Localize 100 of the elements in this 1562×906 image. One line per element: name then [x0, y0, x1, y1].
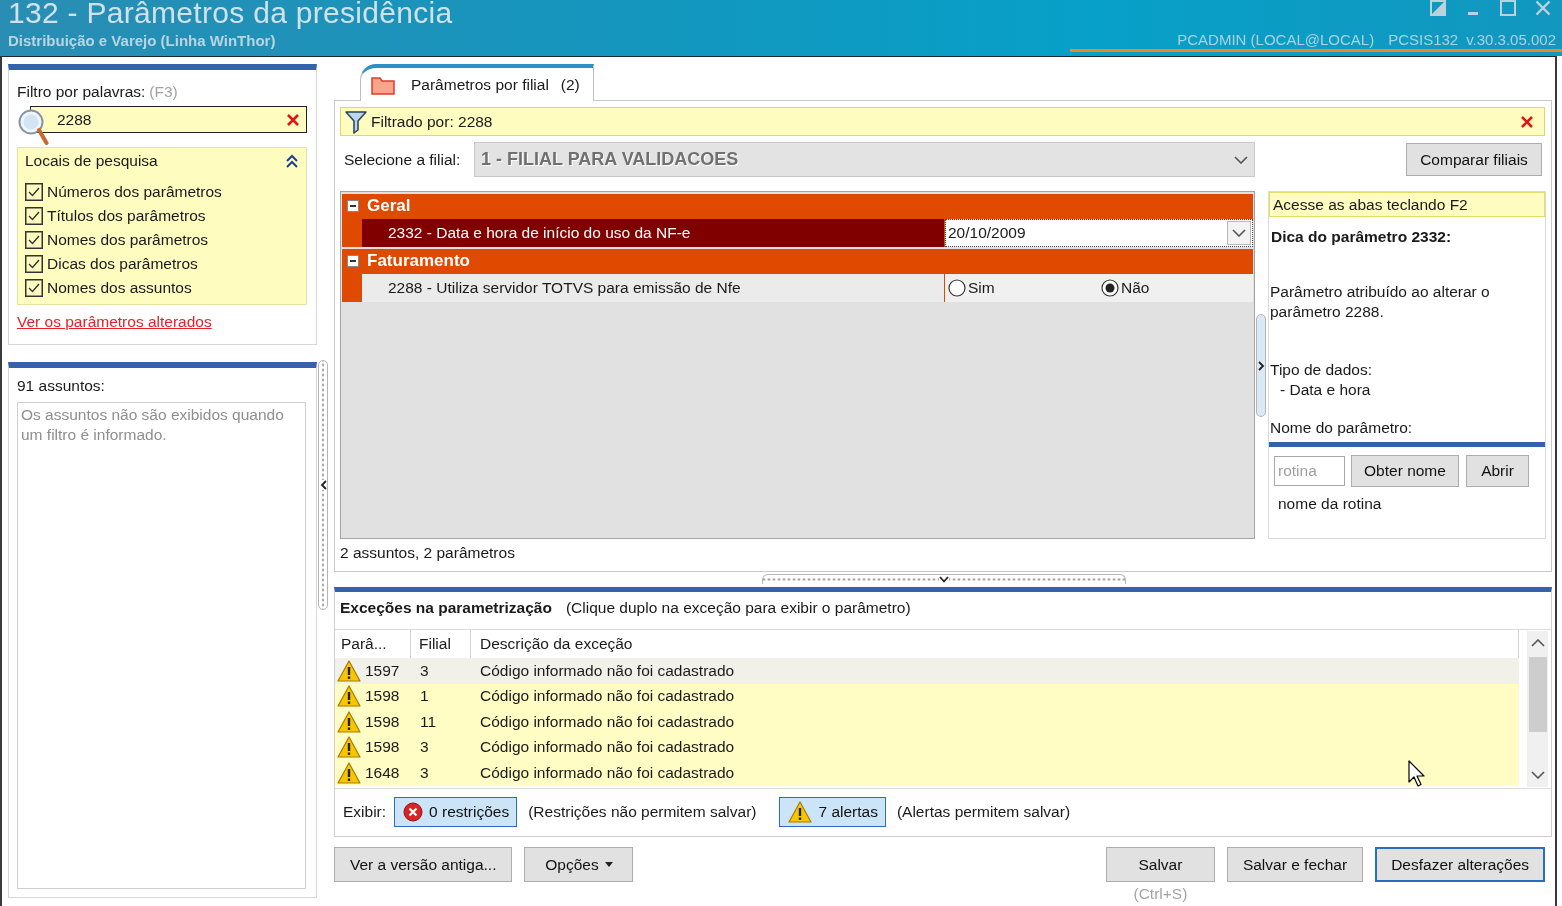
hint-text: Parâmetro atribuído ao alterar o parâmetro 2288.: [1269, 282, 1491, 322]
table-cell: 1598: [365, 712, 400, 731]
chevron-right-icon[interactable]: [1257, 360, 1265, 371]
checkbox[interactable]: [25, 279, 43, 297]
filter-label: Filtro por palavras:: [17, 83, 146, 100]
table-cell: 1648: [365, 763, 400, 782]
date-field[interactable]: 20/10/2009: [945, 219, 1253, 247]
warning-icon: [337, 710, 361, 733]
checkbox-label[interactable]: Títulos dos parâmetros: [47, 207, 206, 225]
table-cell-text: Código informado não foi cadastrado: [479, 738, 735, 757]
open-button[interactable]: Abrir: [1466, 455, 1529, 487]
filter-icon: [345, 109, 367, 134]
table-cell-text: Código informado não foi cadastrado: [479, 763, 735, 782]
table-cell: 1598: [365, 687, 400, 706]
window-title: 132 - Parâmetros da presidência: [8, 0, 453, 27]
collapse-icon[interactable]: [347, 200, 359, 212]
action-button[interactable]: Ver a versão antiga...: [334, 847, 513, 882]
checkbox-label[interactable]: Nomes dos parâmetros: [47, 231, 209, 249]
table-cell-text: Código informado não foi cadastrado: [479, 712, 735, 731]
warning-icon: [337, 736, 361, 759]
toggle-note: (Alertas permitem salvar): [896, 803, 1071, 821]
hint-text: (Clique duplo na exceção para exibir o parâmetro): [565, 598, 911, 618]
warning-icon: [337, 685, 361, 708]
action-button[interactable]: Salvar: [1105, 847, 1215, 882]
radio-button[interactable]: [948, 279, 966, 297]
branch-select: 1 - FILIAL PARA VALIDACOES: [474, 142, 1255, 177]
checkbox[interactable]: [25, 183, 43, 201]
collapse-icon[interactable]: [286, 154, 298, 168]
version-label: v.30.3.05.002: [1466, 31, 1556, 49]
empty-message: Os assuntos não são exibidos quando um filtro é informado.: [21, 406, 284, 443]
mouse-pointer-icon: [1408, 760, 1426, 788]
splitter-handle[interactable]: [318, 360, 328, 610]
toggle-note: (Restrições não permitem salvar): [528, 803, 757, 821]
checkbox-label[interactable]: Números dos parâmetros: [47, 183, 222, 201]
parameter-label[interactable]: 2288 - Utiliza servidor TOTVS para emissão de Nfe: [362, 274, 944, 302]
chevron-down-icon[interactable]: [1530, 771, 1545, 779]
tab[interactable]: Parâmetros por filial (2): [360, 64, 594, 101]
shortcut-hint: (Ctrl+S): [1133, 885, 1188, 903]
splitter-handle[interactable]: [1256, 314, 1266, 417]
table-cell-text: 11: [419, 712, 437, 731]
scrollbar-thumb[interactable]: [1528, 657, 1547, 732]
chevron-up-icon[interactable]: [1530, 639, 1545, 647]
window-subtitle: Distribuição e Varejo (Linha WinThor): [8, 32, 277, 50]
scrollbar[interactable]: [1527, 631, 1548, 787]
section-title: Exceções na parametrização: [340, 598, 552, 618]
subjects-count: 91 assuntos:: [17, 376, 106, 396]
table-row[interactable]: 1648 3 Código informado não foi cadastrado: [335, 760, 1519, 786]
radio-button[interactable]: [1101, 279, 1119, 297]
group-title: Geral: [367, 196, 411, 216]
checkbox-label[interactable]: Nomes dos assuntos: [47, 279, 192, 297]
radio-label[interactable]: Não: [1121, 279, 1150, 297]
checkbox[interactable]: [25, 207, 43, 225]
checkbox[interactable]: [25, 255, 43, 273]
chevron-left-icon[interactable]: [319, 480, 327, 490]
data-type-label: Tipo de dados:: [1269, 360, 1373, 380]
get-name-button[interactable]: Obter nome: [1351, 455, 1459, 487]
action-button[interactable]: Desfazer alterações: [1375, 847, 1545, 882]
changed-parameters-link[interactable]: Ver os parâmetros alterados: [17, 312, 212, 332]
chevron-down-icon: [1234, 155, 1248, 164]
routine-name: nome da rotina: [1277, 494, 1383, 514]
table-row[interactable]: 1597 3 Código informado não foi cadastrado: [335, 658, 1519, 684]
compare-branches-button[interactable]: Comparar filiais: [1406, 143, 1542, 176]
filter-text: Filtrado por: 2288: [371, 112, 494, 131]
table-row[interactable]: 1598 1 Código informado não foi cadastrado: [335, 683, 1519, 709]
caret-down-icon: [604, 862, 613, 867]
table-row[interactable]: 1598 3 Código informado não foi cadastrado: [335, 734, 1519, 760]
summary-text: 2 assuntos, 2 parâmetros: [340, 543, 516, 563]
folder-icon: [371, 74, 395, 95]
action-button[interactable]: Salvar e fechar: [1226, 847, 1364, 882]
clear-icon[interactable]: [286, 112, 300, 127]
table-cell: 1598: [365, 738, 400, 757]
routine-field[interactable]: rotina: [1274, 456, 1345, 486]
toggle-button[interactable]: 7 alertas: [779, 797, 886, 827]
warning-icon: [337, 659, 361, 682]
parameter-name-label: Nome do parâmetro:: [1269, 418, 1414, 438]
toggle-button[interactable]: 0 restrições: [394, 797, 518, 827]
splitter-handle[interactable]: [762, 574, 1126, 584]
show-label: Exibir:: [343, 803, 387, 821]
data-type-value: - Data e hora: [1279, 380, 1372, 400]
table-cell-text: Código informado não foi cadastrado: [479, 661, 735, 680]
tip-banner: Acesse as abas teclando F2: [1269, 192, 1545, 217]
table-cell-text: 3: [419, 661, 429, 680]
chevron-down-icon[interactable]: [939, 576, 949, 583]
radio-label[interactable]: Sim: [968, 279, 995, 297]
branch-label: Selecione a filial:: [343, 150, 462, 169]
checkbox-label[interactable]: Dicas dos parâmetros: [47, 255, 198, 273]
program-label: PCSIS132: [1388, 31, 1459, 49]
menu-button[interactable]: Opções: [524, 847, 634, 882]
dropdown-button[interactable]: [1227, 221, 1251, 245]
warning-icon: [337, 761, 361, 784]
user-label: PCADMIN (LOCAL@LOCAL): [1177, 31, 1375, 49]
checkbox[interactable]: [25, 231, 43, 249]
search-field[interactable]: 2288: [30, 106, 307, 133]
warning-icon: [788, 801, 813, 823]
section-title: Locais de pesquisa: [25, 152, 158, 170]
collapse-icon[interactable]: [347, 255, 359, 267]
close-icon[interactable]: [1520, 114, 1534, 129]
parameter-label[interactable]: 2332 - Data e hora de início do uso da NF-e: [362, 219, 944, 247]
table-row[interactable]: 1598 11 Código informado não foi cadastrado: [335, 709, 1519, 735]
shortcut-hint: (F3): [149, 83, 178, 100]
